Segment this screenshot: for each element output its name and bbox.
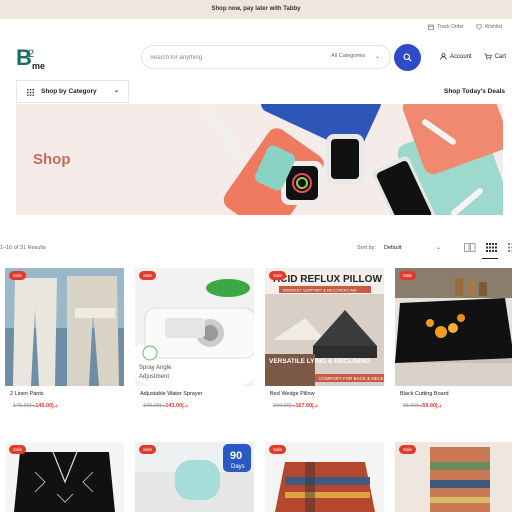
wishlist-label: Wishlist bbox=[484, 24, 502, 30]
old-price-value: 65.00 bbox=[403, 403, 417, 409]
image-caption: Spray Angle bbox=[139, 365, 172, 371]
product-price: د.إ167.00د.إ200.00 bbox=[270, 403, 318, 409]
currency-symbol: د.إ bbox=[52, 403, 58, 409]
search-bar: All Categories ⌄ bbox=[141, 45, 391, 69]
track-order-icon bbox=[428, 24, 435, 30]
product-title[interactable]: Adjustable Water Sprayer bbox=[140, 391, 202, 397]
old-price: د.إ200.00 bbox=[273, 403, 295, 409]
search-input[interactable] bbox=[150, 51, 320, 64]
wishlist-link[interactable]: Wishlist bbox=[475, 24, 502, 30]
product-card[interactable]: Sale bbox=[5, 442, 124, 512]
heart-icon bbox=[475, 24, 482, 30]
product-image[interactable] bbox=[5, 268, 124, 386]
sale-badge: Sale bbox=[9, 271, 27, 280]
product-image[interactable]: ACID REFLUX PILLOW BEDREST SUPPORT & REC… bbox=[265, 268, 384, 386]
cart-icon bbox=[484, 53, 492, 60]
shop-banner: Shop bbox=[16, 104, 503, 215]
user-icon bbox=[440, 53, 447, 60]
sale-badge: Sale bbox=[269, 445, 287, 454]
product-price: د.إ143.00د.إ199.00 bbox=[140, 403, 188, 409]
results-count: 1–16 of 31 Results bbox=[0, 245, 46, 251]
banner-title: Shop bbox=[33, 151, 71, 168]
product-title[interactable]: Black Cutting Board bbox=[400, 391, 449, 397]
product-card[interactable]: 90 Days Sale bbox=[135, 442, 254, 512]
chevron-down-icon: ⌄ bbox=[113, 88, 119, 94]
svg-text:2: 2 bbox=[28, 48, 34, 60]
image-caption: ACID REFLUX PILLOW bbox=[273, 274, 382, 285]
grid-icon bbox=[27, 89, 34, 96]
product-price: د.إ145.00د.إ175.00 bbox=[10, 403, 58, 409]
product-image[interactable]: Spray Angle Adjustment bbox=[135, 268, 254, 386]
old-price: د.إ199.00 bbox=[143, 403, 165, 409]
banner-image bbox=[16, 104, 503, 215]
product-price: د.إ59.00د.إ65.00 bbox=[400, 403, 442, 409]
track-order-link[interactable]: Track Order bbox=[428, 24, 464, 30]
old-price-value: 200.00 bbox=[273, 403, 290, 409]
view-switcher bbox=[464, 243, 512, 252]
image-caption: 90 bbox=[230, 450, 242, 462]
sale-badge: Sale bbox=[399, 271, 417, 280]
cart-label: Cart bbox=[494, 53, 507, 60]
old-price: د.إ175.00 bbox=[13, 403, 35, 409]
price-value: 167.00 bbox=[295, 403, 313, 409]
sale-badge: Sale bbox=[399, 445, 417, 454]
todays-deals-link[interactable]: Shop Today's Deals bbox=[444, 88, 505, 95]
old-price: د.إ65.00 bbox=[403, 403, 422, 409]
category-select[interactable]: All Categories bbox=[331, 53, 365, 59]
chevron-down-icon: ⌄ bbox=[374, 54, 380, 60]
old-price-value: 199.00 bbox=[143, 403, 160, 409]
cart-link[interactable]: Cart bbox=[484, 53, 506, 60]
currency-symbol: د.إ bbox=[436, 403, 442, 409]
product-title[interactable]: Bed Wedge Pillow bbox=[270, 391, 315, 397]
account-label: Account bbox=[450, 53, 472, 60]
two-column-view-icon[interactable] bbox=[464, 243, 476, 252]
logo[interactable]: B 2 me bbox=[16, 43, 52, 71]
product-title[interactable]: 2 Linen Pants bbox=[10, 391, 44, 397]
product-card[interactable]: Sale bbox=[265, 442, 384, 512]
header-actions: Account Cart bbox=[440, 53, 506, 60]
product-card[interactable]: Sale bbox=[395, 442, 512, 512]
sale-badge: Sale bbox=[139, 271, 157, 280]
list-view-icon[interactable] bbox=[508, 243, 512, 252]
image-caption: Adjustment bbox=[139, 374, 169, 380]
old-price-value: 175.00 bbox=[13, 403, 30, 409]
price-value: 143.00 bbox=[165, 403, 183, 409]
search-icon bbox=[403, 53, 412, 62]
promo-text: Shop now, pay later with Tabby bbox=[211, 6, 301, 12]
image-caption: Days bbox=[231, 464, 245, 470]
sort-select[interactable]: Default bbox=[384, 245, 401, 251]
shop-by-category-label: Shop by Category bbox=[41, 88, 97, 95]
shop-by-category-button[interactable]: Shop by Category ⌄ bbox=[16, 80, 129, 103]
currency-symbol: د.إ bbox=[312, 403, 318, 409]
track-order-label: Track Order bbox=[437, 24, 464, 30]
sort-label: Sort by: bbox=[357, 245, 376, 251]
chevron-down-icon: ⌄ bbox=[436, 245, 442, 251]
sale-badge: Sale bbox=[9, 445, 27, 454]
image-caption: COMFORT FOR BACK & NECK bbox=[319, 376, 384, 381]
sale-badge: Sale bbox=[269, 271, 287, 280]
image-caption: VERSATILE LYING & RECLINING bbox=[269, 358, 370, 365]
top-links: Track Order Wishlist bbox=[428, 24, 502, 30]
price-value: 145.00 bbox=[35, 403, 53, 409]
active-view-indicator bbox=[482, 258, 498, 259]
four-column-view-icon[interactable] bbox=[486, 243, 498, 252]
price-value: 59.00 bbox=[422, 403, 437, 409]
image-caption: BEDREST SUPPORT & RECOVERY AID bbox=[283, 288, 357, 293]
search-button[interactable] bbox=[394, 44, 421, 71]
currency-symbol: د.إ bbox=[182, 403, 188, 409]
account-link[interactable]: Account bbox=[440, 53, 472, 60]
svg-text:me: me bbox=[32, 61, 45, 71]
sale-badge: Sale bbox=[139, 445, 157, 454]
product-image[interactable] bbox=[395, 268, 512, 386]
promo-bar: Shop now, pay later with Tabby bbox=[0, 0, 512, 19]
